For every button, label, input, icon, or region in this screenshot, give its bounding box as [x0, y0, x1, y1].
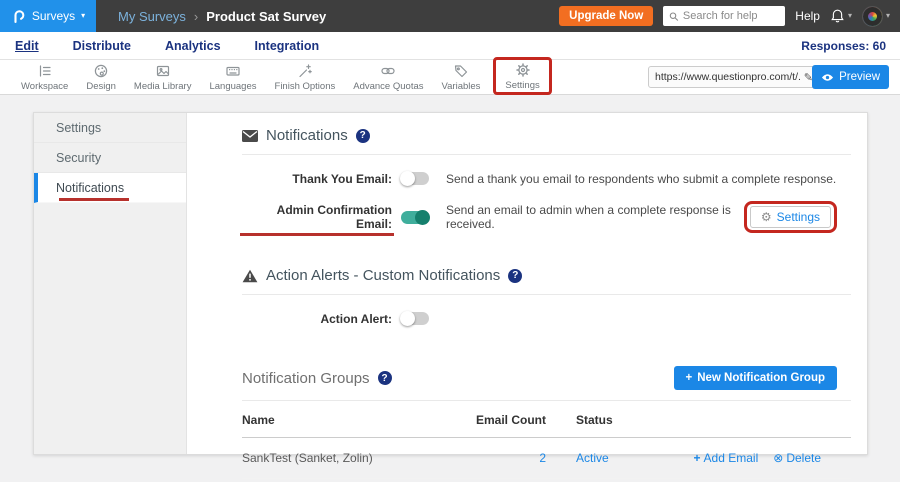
- annotation-underline-notifications: [59, 198, 129, 202]
- survey-url-input[interactable]: [655, 71, 800, 83]
- questionpro-logo-icon: [11, 8, 26, 24]
- help-icon[interactable]: ?: [508, 269, 522, 283]
- sidebar-item-settings[interactable]: Settings: [34, 113, 186, 143]
- media-library-icon: [155, 63, 171, 79]
- plus-icon: +: [694, 451, 701, 465]
- breadcrumb-separator-icon: ›: [194, 9, 198, 24]
- new-notification-group-button[interactable]: + New Notification Group: [674, 366, 838, 390]
- chevron-down-icon: ▾: [848, 12, 852, 20]
- chevron-down-icon: ▾: [886, 12, 890, 20]
- table-header-row: Name Email Count Status: [242, 403, 851, 438]
- toolbar-item-finish-options[interactable]: Finish Options: [266, 63, 345, 92]
- admin-email-settings-button[interactable]: ⚙ Settings: [750, 206, 831, 228]
- thank-you-email-label: Thank You Email:: [242, 172, 392, 186]
- avatar: [862, 6, 883, 27]
- help-link[interactable]: Help: [795, 9, 820, 23]
- upgrade-now-button[interactable]: Upgrade Now: [559, 6, 653, 26]
- help-search-input[interactable]: [683, 10, 779, 22]
- action-alert-row: Action Alert:: [242, 311, 851, 326]
- toolbar-item-languages[interactable]: Languages: [200, 63, 265, 92]
- section-title-action-alerts: Action Alerts - Custom Notifications: [266, 267, 500, 284]
- group-name: SankTest (Sanket, Zolin): [242, 451, 451, 465]
- gear-icon: ⚙: [761, 210, 772, 224]
- edit-toolbar: Workspace Design Media Library Languages…: [0, 60, 900, 95]
- email-count-link[interactable]: 2: [539, 451, 546, 465]
- advance-quotas-chain-icon: [380, 63, 396, 79]
- table-row: SankTest (Sanket, Zolin) 2 Active +Add E…: [242, 438, 851, 479]
- thank-you-email-toggle[interactable]: [401, 172, 429, 185]
- chevron-down-icon: ▾: [81, 12, 85, 20]
- admin-confirmation-email-toggle[interactable]: [401, 211, 429, 224]
- status-link[interactable]: Active: [576, 451, 609, 465]
- toolbar-item-workspace[interactable]: Workspace: [12, 63, 77, 92]
- help-icon[interactable]: ?: [356, 129, 370, 143]
- annotation-box-settings-button: ⚙ Settings: [744, 201, 837, 233]
- top-bar: Surveys ▾ My Surveys › Product Sat Surve…: [0, 0, 900, 32]
- help-search[interactable]: [663, 6, 785, 26]
- divider: [242, 154, 851, 155]
- toolbar-item-media-library[interactable]: Media Library: [125, 63, 201, 92]
- finish-options-wand-icon: [297, 63, 313, 79]
- toolbar-item-settings[interactable]: Settings: [502, 62, 542, 91]
- circle-x-icon: ⊗: [773, 451, 783, 465]
- admin-confirmation-email-label: Admin Confirmation Email:: [242, 203, 392, 231]
- languages-keyboard-icon: [225, 63, 241, 79]
- settings-panel: Settings Security Notifications Notifica…: [33, 112, 868, 455]
- thank-you-email-row: Thank You Email: Send a thank you email …: [242, 171, 851, 186]
- thank-you-email-desc: Send a thank you email to respondents wh…: [446, 172, 836, 186]
- notification-groups-table: Name Email Count Status SankTest (Sanket…: [242, 403, 851, 479]
- breadcrumb-current: Product Sat Survey: [206, 9, 326, 24]
- sidebar-item-security[interactable]: Security: [34, 143, 186, 173]
- tab-distribute[interactable]: Distribute: [73, 39, 131, 53]
- column-header-name: Name: [242, 413, 451, 427]
- product-menu-label: Surveys: [32, 9, 75, 23]
- survey-tab-bar: Edit Distribute Analytics Integration Re…: [0, 32, 900, 60]
- column-header-status: Status: [576, 413, 671, 427]
- tab-edit[interactable]: Edit: [15, 39, 39, 53]
- sidebar-item-notifications[interactable]: Notifications: [34, 173, 186, 203]
- section-title-notifications: Notifications: [266, 127, 348, 144]
- action-alert-label: Action Alert:: [242, 312, 392, 326]
- settings-gear-icon: [515, 62, 531, 78]
- warning-triangle-icon: [242, 269, 258, 283]
- responses-count[interactable]: Responses: 60: [801, 39, 886, 53]
- add-email-link[interactable]: +Add Email: [694, 451, 759, 465]
- divider: [242, 400, 851, 401]
- toolbar-item-advance-quotas[interactable]: Advance Quotas: [344, 63, 432, 92]
- breadcrumb-parent[interactable]: My Surveys: [118, 9, 186, 24]
- workspace-icon: [37, 63, 53, 79]
- survey-url-field[interactable]: ✎: [648, 66, 820, 88]
- section-title-notification-groups: Notification Groups: [242, 370, 370, 387]
- action-alert-toggle[interactable]: [401, 312, 429, 325]
- bell-icon: [830, 8, 845, 24]
- annotation-box-settings-tool: Settings: [493, 57, 551, 95]
- settings-side-nav: Settings Security Notifications: [34, 113, 187, 454]
- help-icon[interactable]: ?: [378, 371, 392, 385]
- breadcrumb: My Surveys › Product Sat Survey: [118, 9, 326, 24]
- tab-analytics[interactable]: Analytics: [165, 39, 221, 53]
- tab-integration[interactable]: Integration: [255, 39, 320, 53]
- search-icon: [669, 11, 679, 22]
- divider: [242, 294, 851, 295]
- preview-button[interactable]: Preview: [812, 65, 889, 89]
- admin-confirmation-email-desc: Send an email to admin when a complete r…: [446, 203, 744, 231]
- delete-link[interactable]: ⊗Delete: [773, 451, 821, 465]
- design-palette-icon: [93, 63, 109, 79]
- eye-icon: [821, 73, 834, 82]
- plus-icon: +: [686, 372, 693, 384]
- product-menu[interactable]: Surveys ▾: [0, 0, 96, 32]
- toolbar-item-variables[interactable]: Variables: [433, 63, 490, 92]
- envelope-icon: [242, 130, 258, 142]
- notifications-bell-menu[interactable]: ▾: [830, 8, 852, 24]
- notifications-content: Notifications ? Thank You Email: Send a …: [187, 113, 867, 454]
- toolbar-item-design[interactable]: Design: [77, 63, 125, 92]
- column-header-email-count: Email Count: [451, 413, 546, 427]
- admin-confirmation-email-row: Admin Confirmation Email: Send an email …: [242, 201, 851, 233]
- variables-tag-icon: [453, 63, 469, 79]
- account-menu[interactable]: ▾: [862, 6, 890, 27]
